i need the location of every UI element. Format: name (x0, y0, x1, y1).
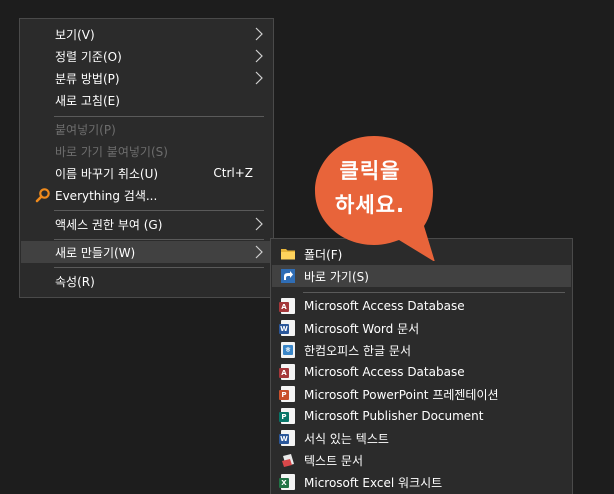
menu-item-label: 새로 고침(E) (55, 93, 120, 108)
menu-item-shortcut: Ctrl+Z (213, 166, 253, 180)
chevron-right-icon (255, 217, 263, 231)
submenu-item-label: Microsoft Access Database (304, 365, 465, 379)
submenu-item-label: Microsoft PowerPoint 프레젠테이션 (304, 387, 499, 402)
access-icon: A (279, 298, 295, 314)
submenu-item-label: Microsoft Access Database (304, 299, 465, 313)
menu-item-label: 정렬 기준(O) (55, 49, 122, 64)
menu-item-label: Everything 검색... (55, 188, 158, 203)
chevron-right-icon (255, 49, 263, 63)
menu-item-paste-shortcut[interactable]: 바로 가기 붙여넣기(S) (21, 140, 272, 162)
context-menu: 보기(V) 정렬 기준(O) 분류 방법(P) 새로 고침(E) 붙여넣기(P)… (19, 18, 274, 298)
shortcut-icon (281, 269, 295, 283)
menu-item-label: 액세스 권한 부여 (G) (55, 217, 163, 232)
menu-item-give-access[interactable]: 액세스 권한 부여 (G) (21, 213, 272, 235)
menu-item-paste[interactable]: 붙여넣기(P) (21, 118, 272, 140)
menu-item-label: 속성(R) (55, 274, 95, 289)
menu-item-label: 분류 방법(P) (55, 71, 120, 86)
submenu-item-label: Microsoft Word 문서 (304, 321, 420, 336)
text-doc-icon (282, 454, 294, 467)
menu-item-label: 새로 만들기(W) (55, 245, 136, 260)
submenu-item-rtf[interactable]: W 서식 있는 텍스트 (272, 427, 571, 449)
new-submenu: 폴더(F) 바로 가기(S) A Microsoft Access Databa… (270, 238, 573, 494)
submenu-item-hwp[interactable]: ㅎ 한컴오피스 한글 문서 (272, 339, 571, 361)
submenu-item-word[interactable]: W Microsoft Word 문서 (272, 317, 571, 339)
word-icon: W (279, 320, 295, 336)
powerpoint-icon: P (279, 386, 295, 402)
submenu-item-shortcut[interactable]: 바로 가기(S) (272, 265, 571, 287)
menu-item-label: 붙여넣기(P) (55, 122, 116, 137)
submenu-item-label: 한컴오피스 한글 문서 (304, 343, 411, 358)
hwp-icon: ㅎ (281, 342, 295, 358)
submenu-item-label: 바로 가기(S) (304, 269, 369, 284)
submenu-item-publisher[interactable]: P Microsoft Publisher Document (272, 405, 571, 427)
submenu-item-powerpoint[interactable]: P Microsoft PowerPoint 프레젠테이션 (272, 383, 571, 405)
menu-item-properties[interactable]: 속성(R) (21, 270, 272, 292)
menu-item-sort-by[interactable]: 정렬 기준(O) (21, 45, 272, 67)
submenu-item-label: 서식 있는 텍스트 (304, 431, 389, 446)
access-icon: A (279, 364, 295, 380)
menu-separator (54, 267, 264, 268)
callout-line-1: 클릭을 (339, 159, 401, 183)
magnifier-icon (35, 188, 50, 203)
submenu-item-excel[interactable]: X Microsoft Excel 워크시트 (272, 471, 571, 493)
submenu-item-label: Microsoft Publisher Document (304, 409, 484, 423)
callout-line-2: 하세요. (335, 193, 405, 217)
submenu-item-access-db[interactable]: A Microsoft Access Database (272, 295, 571, 317)
chevron-right-icon (255, 71, 263, 85)
menu-item-label: 바로 가기 붙여넣기(S) (55, 144, 168, 159)
menu-separator (54, 239, 264, 240)
excel-icon: X (279, 474, 295, 490)
submenu-item-label: Microsoft Excel 워크시트 (304, 475, 443, 490)
menu-separator (54, 210, 264, 211)
menu-item-undo-rename[interactable]: 이름 바꾸기 취소(U) Ctrl+Z (21, 162, 272, 184)
submenu-item-text[interactable]: 텍스트 문서 (272, 449, 571, 471)
rtf-icon: W (279, 430, 295, 446)
menu-separator (54, 116, 264, 117)
menu-separator (303, 292, 565, 293)
callout-text: 클릭을 하세요. (311, 154, 429, 222)
chevron-right-icon (255, 27, 263, 41)
menu-item-new[interactable]: 새로 만들기(W) (21, 241, 272, 263)
menu-item-everything-search[interactable]: Everything 검색... (21, 184, 272, 206)
chevron-right-icon (255, 245, 263, 259)
publisher-icon: P (279, 408, 295, 424)
menu-item-group-by[interactable]: 분류 방법(P) (21, 67, 272, 89)
folder-icon (281, 249, 295, 260)
submenu-item-access-db-2[interactable]: A Microsoft Access Database (272, 361, 571, 383)
menu-item-label: 보기(V) (55, 27, 95, 42)
menu-item-refresh[interactable]: 새로 고침(E) (21, 89, 272, 111)
menu-item-view[interactable]: 보기(V) (21, 23, 272, 45)
submenu-item-label: 텍스트 문서 (304, 453, 364, 468)
